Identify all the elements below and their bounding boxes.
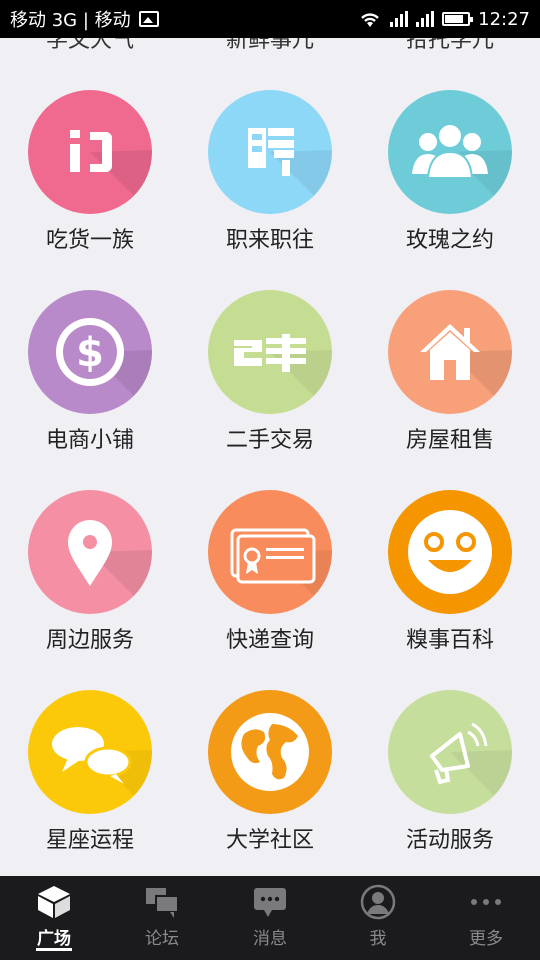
tile-label: 星座运程 [45, 828, 134, 853]
hire-icon [248, 128, 332, 214]
tile-housing[interactable]: 房屋租售 [360, 290, 540, 490]
active-tab-indicator [36, 948, 72, 951]
message-icon [254, 888, 286, 917]
tile-label: 电商小铺 [45, 428, 134, 453]
dollar-icon: $ [56, 318, 152, 414]
tile-circle [208, 690, 332, 814]
partial-label[interactable]: 学文大气 [0, 38, 180, 54]
tile-circle [388, 490, 512, 614]
tile-circle [208, 490, 332, 614]
chopsticks-icon [70, 130, 152, 214]
tile-label: 玫瑰之约 [405, 228, 494, 253]
tab-label: 我 [369, 929, 387, 949]
tile-jobs[interactable]: 职来职往 [180, 90, 360, 290]
partial-label[interactable]: 新鲜事儿 [180, 38, 360, 54]
more-icon [471, 899, 501, 905]
forum-icon [146, 888, 179, 918]
tile-food[interactable]: 吃货一族 [0, 90, 180, 290]
package-icon [230, 528, 332, 614]
tile-circle [208, 90, 332, 214]
tile-jokes[interactable]: 糗事百科 [360, 490, 540, 690]
tab-forum[interactable]: 论坛 [108, 876, 216, 960]
tile-label: 吃货一族 [45, 228, 134, 253]
partial-row: 学文大气 新鲜事儿 拾托学儿 [0, 38, 540, 54]
tab-label: 广场 [37, 929, 71, 949]
svg-text:$: $ [76, 330, 104, 376]
tile-label: 周边服务 [45, 628, 134, 653]
tab-me[interactable]: 我 [324, 876, 432, 960]
tile-circle [28, 90, 152, 214]
tile-label: 快递查询 [225, 628, 314, 653]
wifi-icon [361, 13, 379, 27]
status-bar: 移动 3G | 移动 12:27 [0, 0, 540, 38]
tab-messages[interactable]: 消息 [216, 876, 324, 960]
tile-horoscope[interactable]: 星座运程 [0, 690, 180, 876]
tile-circle [208, 290, 332, 414]
tile-circle [388, 290, 512, 414]
tile-label: 二手交易 [225, 428, 314, 453]
tile-circle [388, 690, 512, 814]
tile-circle: $ [28, 290, 152, 414]
tile-ecommerce[interactable]: $ 电商小铺 [0, 290, 180, 490]
bottom-tab-bar: 广场 论坛 消息 我 更多 [0, 876, 540, 960]
tile-dating[interactable]: 玫瑰之约 [360, 90, 540, 290]
image-notification-icon [138, 11, 159, 27]
tab-label: 消息 [253, 929, 287, 949]
cube-icon [38, 886, 70, 918]
tile-university[interactable]: 大学社区 [180, 690, 360, 876]
carrier-text: 移动 3G | 移动 [10, 10, 131, 31]
house-icon [420, 324, 512, 414]
signal-3g-icon [390, 11, 409, 27]
tab-more[interactable]: 更多 [432, 876, 540, 960]
app-grid: 学文大气 新鲜事儿 拾托学儿 吃货一族 职来职往 玫瑰之约 $ 电商小铺 二手交… [0, 38, 540, 876]
battery-icon [442, 12, 474, 26]
tile-circle [388, 90, 512, 214]
tile-label: 大学社区 [225, 828, 314, 853]
tile-label: 房屋租售 [405, 428, 494, 453]
smiley-icon [408, 510, 492, 594]
tile-events[interactable]: 活动服务 [360, 690, 540, 876]
tile-nearby[interactable]: 周边服务 [0, 490, 180, 690]
tile-express[interactable]: 快递查询 [180, 490, 360, 690]
tile-label: 职来职往 [225, 228, 314, 253]
tile-circle [28, 490, 152, 614]
tab-label: 更多 [469, 929, 503, 949]
signal-icon [416, 11, 435, 27]
user-icon [360, 884, 396, 920]
speaker-icon [430, 722, 512, 814]
people-icon [412, 123, 512, 214]
tile-circle [28, 690, 152, 814]
globe-icon [229, 711, 311, 793]
clock-text: 12:27 [478, 8, 530, 30]
second-hand-icon [234, 334, 332, 414]
location-pin-icon [68, 520, 152, 614]
tile-label: 糗事百科 [405, 628, 494, 653]
chat-bubbles-icon [52, 727, 152, 814]
tab-label: 论坛 [145, 929, 179, 949]
partial-label[interactable]: 拾托学儿 [360, 38, 540, 54]
tile-label: 活动服务 [405, 828, 494, 853]
tile-second-hand[interactable]: 二手交易 [180, 290, 360, 490]
tab-square[interactable]: 广场 [0, 876, 108, 960]
